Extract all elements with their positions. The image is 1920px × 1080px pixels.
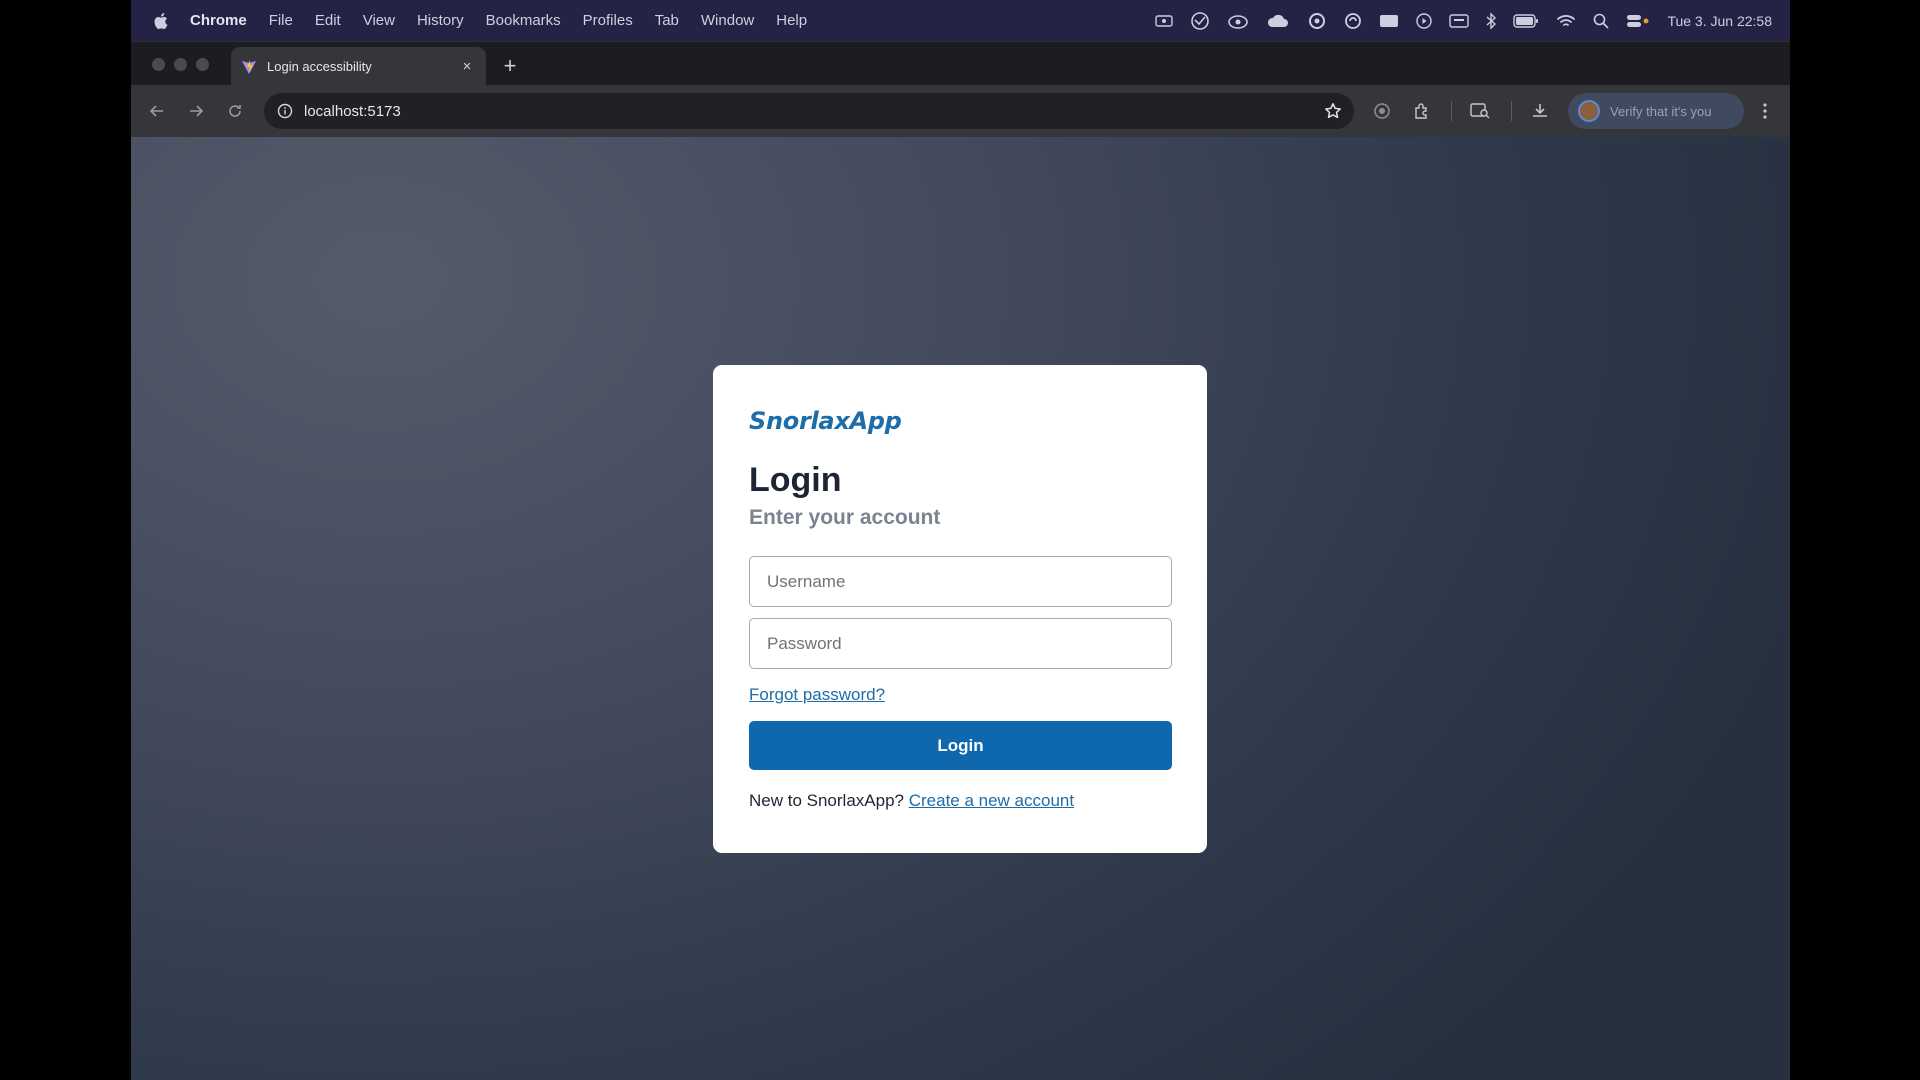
- forward-button[interactable]: [178, 93, 214, 129]
- toolbar-separator: [1451, 101, 1452, 121]
- arrow-right-icon: [190, 105, 204, 117]
- menu-bar: Chrome File Edit View History Bookmarks …: [131, 0, 1790, 41]
- username-input[interactable]: [749, 556, 1172, 607]
- menubar-clock[interactable]: Tue 3. Jun 22:58: [1667, 13, 1772, 29]
- reload-icon: [229, 105, 241, 117]
- keyboard-icon[interactable]: [1449, 13, 1470, 28]
- sync-icon[interactable]: [1344, 12, 1362, 30]
- arrow-left-icon: [149, 105, 163, 117]
- password-input[interactable]: [749, 618, 1172, 669]
- menu-view[interactable]: View: [352, 12, 406, 29]
- wifi-icon[interactable]: [1556, 13, 1576, 29]
- window-minimize-button[interactable]: [174, 58, 187, 71]
- screen-record-icon[interactable]: [1155, 14, 1174, 28]
- cloud-icon[interactable]: [1266, 13, 1290, 29]
- menu-edit[interactable]: Edit: [304, 12, 352, 29]
- vite-favicon-icon: [242, 59, 256, 74]
- menu-window[interactable]: Window: [690, 12, 765, 29]
- window-close-button[interactable]: [152, 58, 165, 71]
- browser-extension-icon[interactable]: [1227, 12, 1249, 30]
- page-title: Login: [749, 461, 842, 499]
- screen: Chrome File Edit View History Bookmarks …: [131, 0, 1790, 1080]
- menu-help[interactable]: Help: [765, 12, 818, 29]
- extension-puzzle-circle-icon[interactable]: [1370, 99, 1394, 123]
- create-account-link[interactable]: Create a new account: [909, 791, 1074, 810]
- menu-file[interactable]: File: [258, 12, 304, 29]
- apple-icon[interactable]: [151, 12, 169, 30]
- bookmark-star-icon[interactable]: [1318, 96, 1348, 126]
- back-button[interactable]: [139, 93, 175, 129]
- window-zoom-button[interactable]: [196, 58, 209, 71]
- bluetooth-icon[interactable]: [1486, 11, 1497, 30]
- page-viewport: SnorlaxApp Login Enter your account Forg…: [131, 137, 1790, 1080]
- folder-icon[interactable]: [1379, 14, 1399, 28]
- profile-avatar: [1578, 100, 1600, 122]
- play-icon[interactable]: [1416, 12, 1433, 29]
- menu-profiles[interactable]: Profiles: [572, 12, 644, 29]
- search-icon[interactable]: [1593, 13, 1610, 29]
- new-tab-button[interactable]: +: [496, 52, 524, 80]
- browser-toolbar: localhost:5173 Verify that it's you: [131, 85, 1790, 137]
- address-bar[interactable]: localhost:5173: [264, 93, 1354, 129]
- page-subtitle: Enter your account: [749, 506, 941, 529]
- forgot-password-link[interactable]: Forgot password?: [749, 685, 885, 705]
- control-center-icon[interactable]: [1626, 13, 1650, 29]
- tab-login-accessibility[interactable]: Login accessibility ×: [231, 47, 486, 86]
- download-icon[interactable]: [1528, 99, 1552, 123]
- verify-identity-chip[interactable]: Verify that it's you: [1568, 93, 1744, 129]
- gear-app-icon[interactable]: [1307, 11, 1327, 31]
- site-info-icon[interactable]: [274, 100, 296, 122]
- side-panel-search-icon[interactable]: [1468, 99, 1492, 123]
- battery-icon[interactable]: [1513, 13, 1539, 28]
- tab-strip: Login accessibility × +: [131, 41, 1790, 86]
- url-text[interactable]: localhost:5173: [304, 103, 1318, 120]
- menu-tab[interactable]: Tab: [644, 12, 690, 29]
- menu-bookmarks[interactable]: Bookmarks: [475, 12, 572, 29]
- verify-label: Verify that it's you: [1610, 103, 1712, 119]
- login-button[interactable]: Login: [749, 721, 1172, 770]
- more-options-icon[interactable]: [1753, 99, 1777, 123]
- tab-close-icon[interactable]: ×: [458, 58, 476, 76]
- login-card: SnorlaxApp Login Enter your account Forg…: [713, 365, 1207, 853]
- menu-app-chrome[interactable]: Chrome: [179, 12, 258, 29]
- toolbar-separator: [1511, 101, 1512, 121]
- menu-history[interactable]: History: [406, 12, 475, 29]
- signup-prompt: New to SnorlaxApp?: [749, 791, 904, 810]
- status-area: Tue 3. Jun 22:58: [1155, 11, 1790, 31]
- extensions-icon[interactable]: [1410, 99, 1434, 123]
- signup-row: New to SnorlaxApp? Create a new account: [749, 791, 1171, 811]
- reload-button[interactable]: [217, 93, 253, 129]
- vpn-shield-icon[interactable]: [1190, 11, 1210, 31]
- brand-logo: SnorlaxApp: [749, 407, 902, 435]
- tab-title: Login accessibility: [267, 59, 372, 74]
